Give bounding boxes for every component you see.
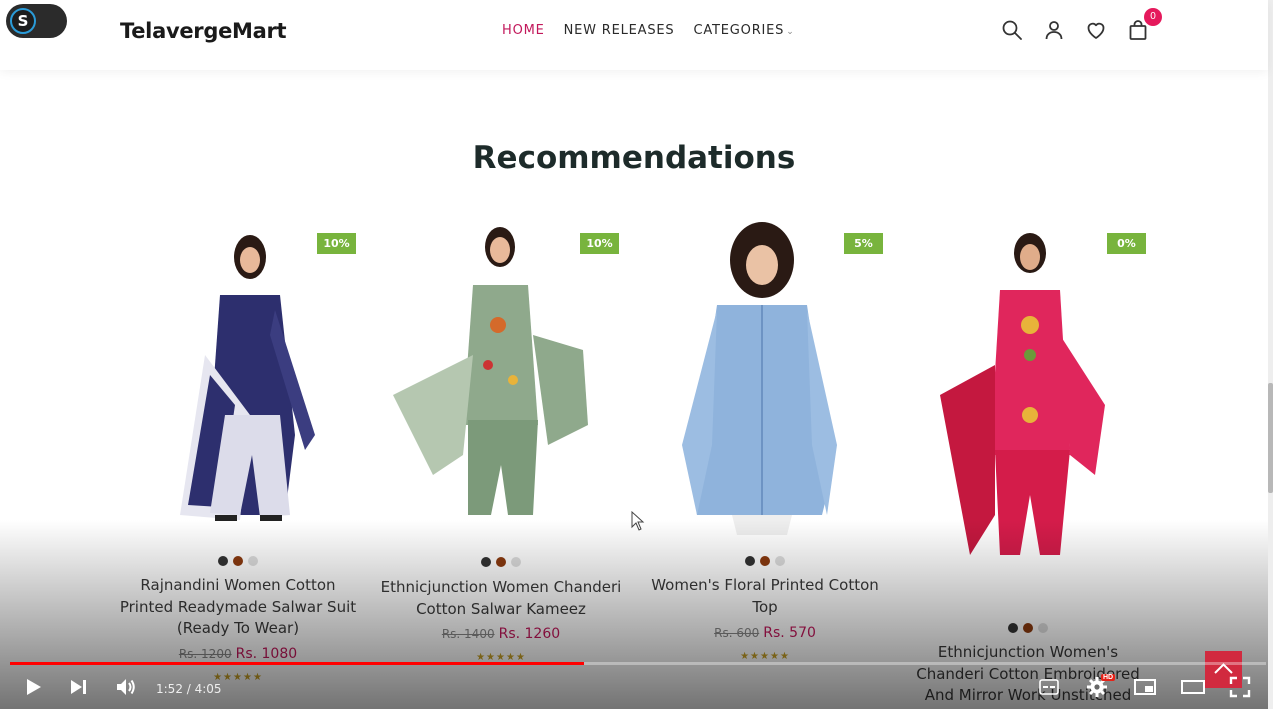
section-title: Recommendations — [472, 140, 796, 176]
product-image[interactable] — [373, 215, 623, 535]
old-price: Rs. 1200 — [178, 647, 232, 661]
hd-badge: HD — [1101, 674, 1116, 681]
site-logo[interactable]: TelavergeMart — [120, 19, 287, 43]
mouse-cursor-icon — [631, 511, 645, 531]
color-swatches — [481, 557, 521, 567]
sale-price: Rs. 570 — [763, 625, 816, 641]
page-scrollbar[interactable] — [1268, 0, 1273, 709]
video-progress-bar[interactable] — [10, 662, 1266, 665]
nav-categories-label: CATEGORIES — [693, 23, 785, 38]
sale-price: Rs. 1080 — [235, 646, 298, 662]
cart-button[interactable]: 0 — [1126, 8, 1162, 42]
color-swatches — [745, 556, 785, 566]
nav-home[interactable]: HOME — [502, 23, 545, 38]
sale-price: Rs. 1260 — [498, 626, 561, 642]
product-name[interactable]: Rajnandini Women Cotton Printed Readymad… — [113, 575, 363, 640]
header-icons: 0 — [1000, 8, 1162, 42]
search-icon[interactable] — [1000, 18, 1024, 42]
swatch-grey[interactable] — [775, 556, 785, 566]
swatch-grey[interactable] — [511, 557, 521, 567]
extension-s-icon: S — [10, 8, 36, 34]
old-price: Rs. 1400 — [441, 627, 495, 641]
product-image[interactable] — [637, 215, 887, 535]
extension-toggle[interactable]: S — [6, 4, 67, 38]
swatch-brown[interactable] — [760, 556, 770, 566]
product-name[interactable]: Ethnicjunction Women Chanderi Cotton Sal… — [376, 577, 626, 620]
old-price: Rs. 600 — [714, 626, 760, 640]
video-time: 1:52 / 4:05 — [156, 682, 222, 696]
color-swatches — [1008, 623, 1048, 633]
rating-stars: ★★★★★ — [740, 651, 790, 662]
swatch-brown[interactable] — [496, 557, 506, 567]
chevron-down-icon: ⌄ — [786, 27, 795, 37]
product-image[interactable] — [110, 215, 360, 535]
product-price: Rs. 1400 Rs. 1260 — [376, 626, 626, 642]
discount-badge: 10% — [580, 233, 619, 254]
product-price: Rs. 600 Rs. 570 — [640, 625, 890, 641]
site-header: S TelavergeMart HOME NEW RELEASES CATEGO… — [0, 0, 1268, 70]
swatch-grey[interactable] — [1038, 623, 1048, 633]
discount-badge: 0% — [1107, 233, 1146, 254]
play-icon[interactable] — [22, 676, 44, 698]
swatch-grey[interactable] — [248, 556, 258, 566]
scrollbar-thumb[interactable] — [1268, 383, 1273, 493]
discount-badge: 5% — [844, 233, 883, 254]
swatch-black[interactable] — [218, 556, 228, 566]
video-controls: 1:52 / 4:05 HD — [0, 668, 1268, 709]
theater-mode-icon[interactable] — [1180, 676, 1206, 698]
next-icon[interactable] — [68, 676, 90, 698]
discount-badge: 10% — [317, 233, 356, 254]
cart-count-badge: 0 — [1144, 8, 1162, 26]
product-image[interactable] — [900, 215, 1150, 595]
swatch-brown[interactable] — [233, 556, 243, 566]
color-swatches — [218, 556, 258, 566]
fullscreen-icon[interactable] — [1229, 676, 1251, 698]
nav-categories[interactable]: CATEGORIES ⌄ — [693, 23, 794, 38]
captions-icon[interactable] — [1038, 676, 1060, 698]
heart-icon[interactable] — [1084, 18, 1108, 42]
swatch-black[interactable] — [481, 557, 491, 567]
product-name[interactable]: Women's Floral Printed Cotton Top — [640, 575, 890, 618]
nav-new-releases[interactable]: NEW RELEASES — [564, 23, 675, 38]
video-progress-played — [10, 662, 584, 665]
swatch-brown[interactable] — [1023, 623, 1033, 633]
volume-icon[interactable] — [114, 676, 138, 698]
product-price: Rs. 1200 Rs. 1080 — [113, 646, 363, 662]
user-icon[interactable] — [1042, 18, 1066, 42]
swatch-black[interactable] — [1008, 623, 1018, 633]
main-nav: HOME NEW RELEASES CATEGORIES ⌄ — [502, 23, 795, 38]
swatch-black[interactable] — [745, 556, 755, 566]
miniplayer-icon[interactable] — [1133, 676, 1157, 698]
